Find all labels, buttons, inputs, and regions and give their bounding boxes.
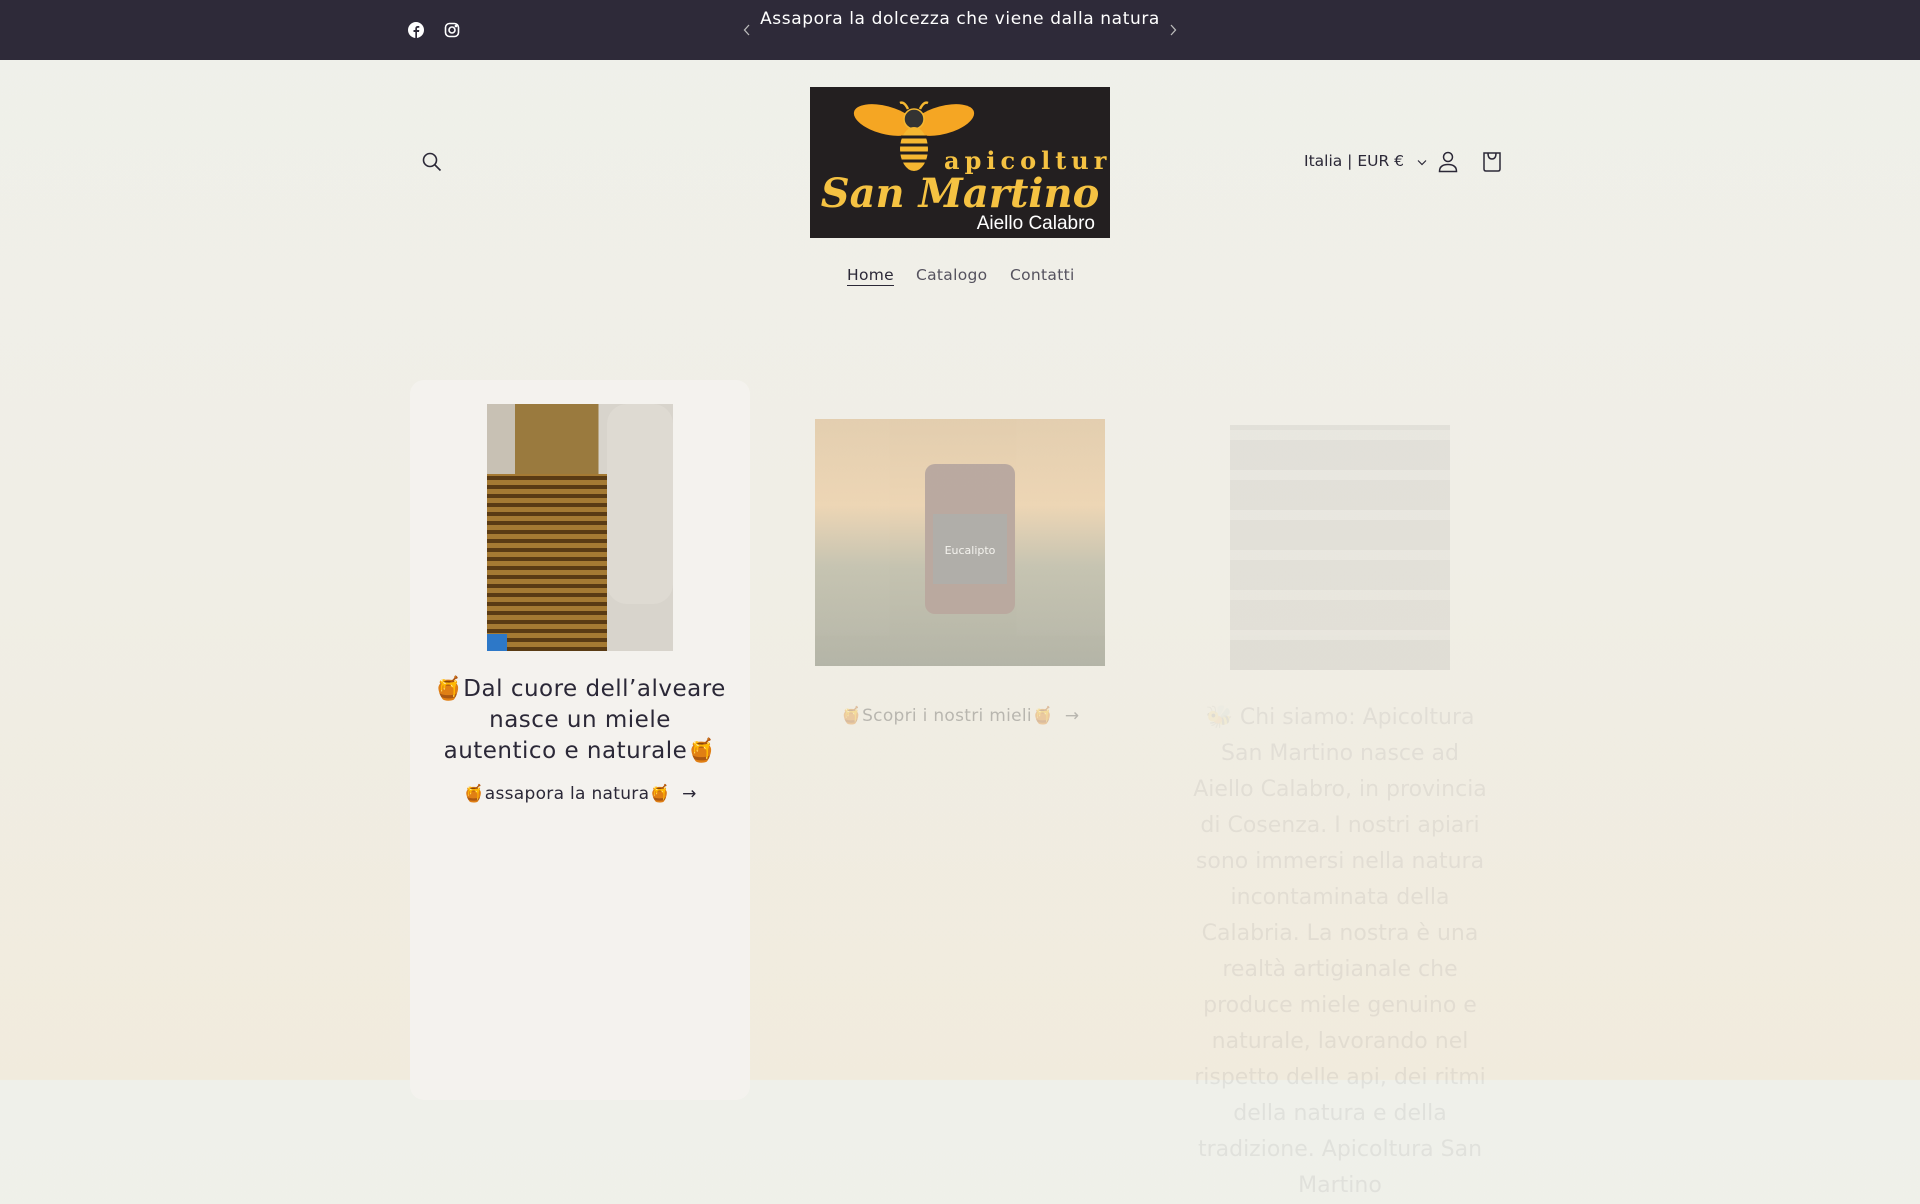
next-announcement-button[interactable]: [1164, 20, 1182, 40]
assapora-link[interactable]: 🍯assapora la natura🍯 →: [410, 784, 750, 804]
account-icon[interactable]: [1434, 148, 1462, 176]
logo-line3: Aiello Calabro: [977, 213, 1095, 234]
feature-card-1: 🍯Dal cuore dell’alveare nasce un miele a…: [410, 380, 750, 1100]
logo-line2: San Martino: [821, 170, 1100, 217]
apiary-image: [1230, 425, 1450, 670]
locale-label: Italia | EUR €: [1304, 152, 1405, 170]
link-label: 🍯Scopri i nostri mieli🍯: [840, 706, 1054, 726]
feature-card-2: Eucalipto 🍯Scopri i nostri mieli🍯 →: [790, 380, 1130, 1100]
feature-card-3: 🐝 Chi siamo: Apicoltura San Martino nasc…: [1170, 380, 1510, 1198]
nav-catalogo[interactable]: Catalogo: [916, 266, 987, 284]
announcement-bar: Assapora la dolcezza che viene dalla nat…: [0, 0, 1920, 60]
chevron-down-icon: [1417, 160, 1427, 166]
cart-icon[interactable]: [1478, 148, 1506, 176]
scopri-mieli-link[interactable]: 🍯Scopri i nostri mieli🍯 →: [790, 706, 1130, 726]
arrow-right-icon: →: [670, 784, 697, 804]
country-currency-selector[interactable]: Italia | EUR €: [1304, 152, 1427, 170]
link-label: 🍯assapora la natura🍯: [463, 784, 671, 804]
previous-announcement-button[interactable]: [738, 20, 756, 40]
card-heading: 🍯Dal cuore dell’alveare nasce un miele a…: [434, 676, 726, 764]
nav-home[interactable]: Home: [847, 266, 894, 284]
search-icon[interactable]: [418, 148, 446, 176]
beekeeper-image: [487, 404, 673, 651]
instagram-icon[interactable]: [442, 20, 462, 40]
facebook-icon[interactable]: [406, 20, 426, 40]
honey-jar-image: Eucalipto: [815, 419, 1105, 666]
about-text: 🐝 Chi siamo: Apicoltura San Martino nasc…: [1193, 705, 1487, 1198]
jar-label: Eucalipto: [933, 514, 1007, 584]
nav-contatti[interactable]: Contatti: [1010, 266, 1075, 284]
announcement-text: Assapora la dolcezza che viene dalla nat…: [760, 9, 1160, 29]
site-logo[interactable]: apicoltura San Martino Aiello Calabro: [810, 87, 1110, 238]
arrow-right-icon: →: [1053, 706, 1080, 726]
